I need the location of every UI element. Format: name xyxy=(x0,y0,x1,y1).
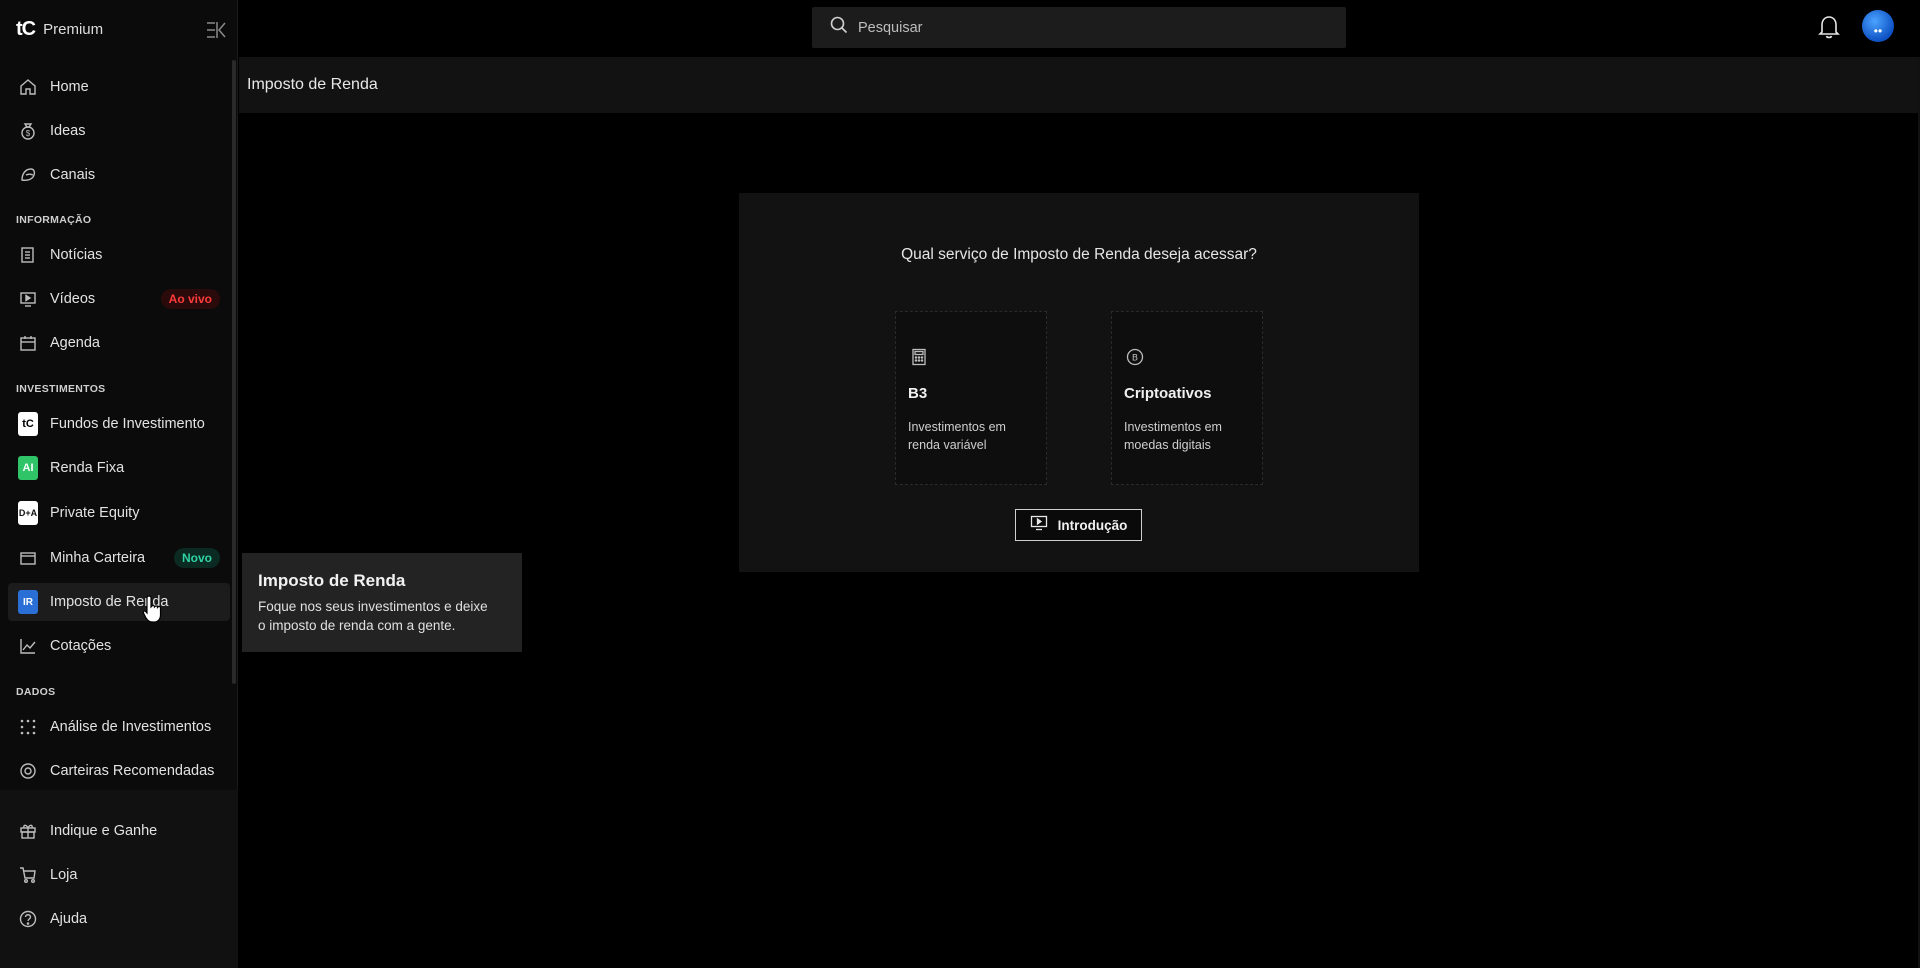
sidebar-item-label: Private Equity xyxy=(50,505,140,521)
sidebar-item-loja[interactable]: Loja xyxy=(8,856,230,894)
option-b3[interactable]: B3 Investimentos em renda variável xyxy=(895,311,1047,485)
sidebar: tC Premium Home $ Ideas Canais INFORMAÇÃ… xyxy=(0,0,238,968)
fundos-logo: tC xyxy=(18,412,38,436)
sidebar-item-home[interactable]: Home xyxy=(8,68,230,106)
private-equity-logo: D+A xyxy=(18,501,38,525)
option-description: Investimentos em renda variável xyxy=(908,420,1006,452)
sidebar-item-label: Cotações xyxy=(50,638,112,654)
sidebar-item-label: Análise de Investimentos xyxy=(50,719,212,735)
sidebar-item-label: Indique e Ganhe xyxy=(50,823,158,839)
sidebar-item-label: Vídeos xyxy=(50,291,96,307)
sidebar-item-videos[interactable]: Vídeos Ao vivo xyxy=(8,280,230,318)
search-input[interactable] xyxy=(858,19,1318,36)
sidebar-item-label: Loja xyxy=(50,867,78,883)
notifications-bell-icon[interactable] xyxy=(1817,14,1841,40)
intro-button[interactable]: Introdução xyxy=(1015,509,1142,541)
search-icon xyxy=(830,16,848,39)
sidebar-item-label: Carteiras Recomendadas xyxy=(50,763,215,779)
option-title: Criptoativos xyxy=(1124,385,1212,402)
sidebar-item-label: Notícias xyxy=(50,247,103,263)
sidebar-item-label: Fundos de Investimento xyxy=(50,416,205,432)
user-avatar[interactable]: •• xyxy=(1862,10,1894,42)
sidebar-item-renda-fixa[interactable]: AI Renda Fixa xyxy=(8,449,230,487)
option-criptoativos[interactable]: B Criptoativos Investimentos em moedas d… xyxy=(1111,311,1263,485)
brand-name: Premium xyxy=(43,21,104,38)
section-title-dados: DADOS xyxy=(16,686,56,698)
page-title: Imposto de Renda xyxy=(247,76,378,93)
live-badge: Ao vivo xyxy=(160,289,220,309)
search-bar[interactable] xyxy=(812,7,1346,48)
section-title-informacao: INFORMAÇÃO xyxy=(16,214,92,226)
sidebar-item-ajuda[interactable]: Ajuda xyxy=(8,900,230,938)
sidebar-item-label: Canais xyxy=(50,167,96,183)
tooltip-title: Imposto de Renda xyxy=(258,571,406,590)
service-question: Qual serviço de Imposto de Renda deseja … xyxy=(901,246,1257,263)
sidebar-item-label: Ideas xyxy=(50,123,86,139)
sidebar-item-label: Minha Carteira xyxy=(50,550,146,566)
bitcoin-icon: B xyxy=(1126,348,1144,366)
sidebar-item-agenda[interactable]: Agenda xyxy=(8,324,230,362)
gift-icon xyxy=(18,821,38,841)
sidebar-bottom: Indique e Ganhe Loja Ajuda xyxy=(0,790,238,968)
sidebar-tooltip: Imposto de Renda Foque nos seus investim… xyxy=(242,553,522,652)
tooltip-body: Foque nos seus investimentos e deixe o i… xyxy=(258,599,488,633)
brand[interactable]: tC Premium xyxy=(16,18,103,41)
brand-logo: tC xyxy=(16,18,36,40)
video-icon xyxy=(18,289,38,309)
sidebar-item-canais[interactable]: Canais xyxy=(8,156,230,194)
sidebar-item-indique[interactable]: Indique e Ganhe xyxy=(8,812,230,850)
channels-icon xyxy=(18,165,38,185)
sidebar-item-label: Home xyxy=(50,79,89,95)
collapse-sidebar-icon[interactable] xyxy=(205,20,227,40)
intro-button-label: Introdução xyxy=(1057,517,1128,533)
sidebar-item-minha-carteira[interactable]: Minha Carteira Novo xyxy=(8,539,230,577)
section-title-investimentos: INVESTIMENTOS xyxy=(16,383,106,395)
calculator-icon xyxy=(910,348,928,366)
new-badge: Novo xyxy=(174,548,220,568)
sidebar-item-noticias[interactable]: Notícias xyxy=(8,236,230,274)
home-icon xyxy=(18,77,38,97)
hand-cursor-icon xyxy=(142,594,164,624)
sidebar-item-cotacoes[interactable]: Cotações xyxy=(8,627,230,665)
sidebar-item-carteiras[interactable]: Carteiras Recomendadas xyxy=(8,752,230,790)
help-icon xyxy=(18,909,38,929)
tax-service-card: Qual serviço de Imposto de Renda deseja … xyxy=(739,193,1419,572)
chart-line-icon xyxy=(18,636,38,656)
page-header: Imposto de Renda xyxy=(239,57,1919,113)
renda-fixa-logo: AI xyxy=(18,456,38,480)
sidebar-item-label: Agenda xyxy=(50,335,100,351)
avatar-initials: •• xyxy=(1873,24,1883,38)
option-description: Investimentos em moedas digitais xyxy=(1124,420,1222,452)
option-title: B3 xyxy=(908,385,928,402)
wallet-icon xyxy=(18,548,38,568)
sidebar-item-analise[interactable]: Análise de Investimentos xyxy=(8,708,230,746)
dots-grid-icon xyxy=(18,717,38,737)
sidebar-scrollbar[interactable] xyxy=(232,60,236,684)
svg-text:$: $ xyxy=(26,129,31,138)
calendar-icon xyxy=(18,333,38,353)
news-icon xyxy=(18,245,38,265)
money-bag-icon: $ xyxy=(18,121,38,141)
sidebar-item-fundos[interactable]: tC Fundos de Investimento xyxy=(8,405,230,443)
play-video-icon xyxy=(1030,515,1048,536)
tax-icon: IR xyxy=(18,590,38,614)
sidebar-item-label: Ajuda xyxy=(50,911,88,927)
svg-text:B: B xyxy=(1132,354,1138,364)
sidebar-item-ideas[interactable]: $ Ideas xyxy=(8,112,230,150)
cart-icon xyxy=(18,865,38,885)
sidebar-item-label: Renda Fixa xyxy=(50,460,125,476)
sidebar-item-imposto-de-renda[interactable]: IR Imposto de Renda xyxy=(8,583,230,621)
sidebar-item-private-equity[interactable]: D+A Private Equity xyxy=(8,494,230,532)
target-icon xyxy=(18,761,38,781)
